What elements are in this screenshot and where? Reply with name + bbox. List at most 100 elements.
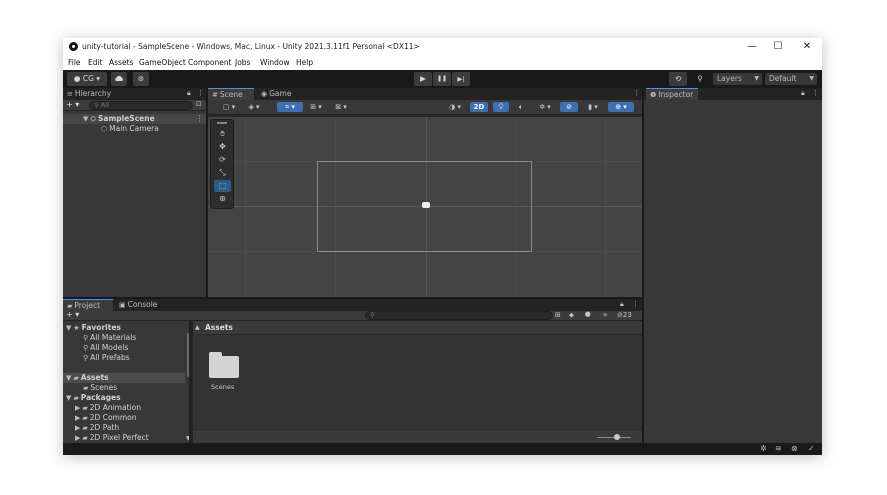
more-options-icon[interactable]: ⋮ — [632, 300, 639, 308]
camera-gizmo-icon[interactable] — [422, 202, 430, 208]
project-folder-tree: ▼ ★ Favorites ⚲ All Materials ⚲ All Models ⚲… — [63, 321, 191, 445]
menu-file[interactable]: File — [68, 58, 81, 67]
cloud-button[interactable] — [111, 72, 127, 86]
lock-icon[interactable]: 🔒︎ — [620, 300, 624, 309]
gizmos-dropdown[interactable]: ⊕ ▾ — [608, 102, 634, 112]
grid-snap-toggle[interactable]: ⌗ ▾ — [277, 102, 303, 112]
more-options-icon[interactable]: ⋮ — [197, 89, 204, 97]
debug-mode-icon[interactable]: ⊗ — [791, 444, 798, 453]
layout-dropdown[interactable]: Default ▼ — [765, 73, 817, 85]
package-row[interactable]: ▶ ▰ 2D Path — [75, 423, 119, 433]
scene-viewport[interactable]: ✋︎ ✥ ⟳ ⤡ ⬚ ⊛ — [208, 117, 642, 297]
effects-dropdown[interactable]: ✲ ▾ — [534, 102, 556, 112]
search-by-type-icon[interactable]: ⊞ — [555, 311, 561, 319]
transform-tool-icon[interactable]: ⊛ — [214, 193, 231, 205]
collapse-arrow-icon: ▶ — [75, 404, 81, 412]
packages-row[interactable]: ▼ ▰ Packages — [63, 393, 121, 403]
package-row[interactable]: ▶ ▰ 2D Animation — [75, 403, 141, 413]
audio-toggle[interactable]: 🔈︎ — [513, 102, 529, 112]
account-icon: ● — [73, 74, 81, 83]
bug-icon[interactable]: ✲ — [760, 444, 767, 453]
asset-item-scenes[interactable]: Scenes — [193, 335, 253, 395]
camera-dropdown[interactable]: ▮ ▾ — [582, 102, 604, 112]
drag-handle-icon[interactable] — [217, 122, 227, 124]
layers-dropdown[interactable]: Layers ▼ — [713, 73, 762, 85]
scale-tool-icon[interactable]: ⤡ — [214, 167, 231, 179]
tab-hierarchy-label: Hierarchy — [74, 89, 112, 98]
search-icon: ⚲ — [83, 344, 89, 352]
stack-icon[interactable]: ≋ — [775, 444, 782, 453]
tab-hierarchy[interactable]: ≡ Hierarchy — [63, 88, 123, 100]
menu-gameobject[interactable]: GameObject — [139, 58, 186, 67]
scene-visibility-icon[interactable]: ⊡ — [196, 100, 202, 108]
minimize-button[interactable]: — — [743, 40, 761, 54]
package-row[interactable]: ▶ ▰ 2D Common — [75, 413, 137, 423]
hand-tool-icon[interactable]: ✋︎ — [214, 128, 231, 140]
lock-icon[interactable]: 🔒︎ — [187, 89, 191, 98]
menu-component[interactable]: Component — [188, 58, 232, 67]
favorites-item-label: All Models — [90, 343, 129, 352]
grid-visibility-toggle[interactable]: ⊠ ▾ — [330, 102, 352, 112]
favorites-item[interactable]: ⚲ All Materials — [83, 333, 136, 343]
lighting-toggle[interactable]: 💡︎ — [493, 102, 509, 112]
maximize-button[interactable]: ☐ — [769, 40, 787, 54]
search-button[interactable]: ⚲ — [691, 72, 709, 86]
rotate-tool-icon[interactable]: ⟳ — [214, 154, 231, 166]
breadcrumb-assets[interactable]: Assets — [205, 323, 233, 332]
step-button[interactable]: ▶| — [452, 72, 470, 86]
folder-icon: ▰ — [82, 434, 88, 442]
more-options-icon[interactable]: ⋮ — [633, 89, 640, 97]
play-button[interactable]: ▶ — [414, 72, 432, 86]
status-bar: ✲ ≋ ⊗ ✓ — [63, 443, 822, 455]
collab-button[interactable]: ⊛ — [133, 72, 149, 86]
2d-mode-toggle[interactable]: 2D — [470, 102, 488, 112]
unity-editor-window: unity-tutorial - SampleScene - Windows, … — [63, 38, 822, 455]
check-icon[interactable]: ✓ — [808, 444, 815, 453]
close-button[interactable]: ✕ — [798, 40, 816, 54]
gameobject-cube-icon: ⬡ — [101, 125, 108, 133]
hierarchy-scene-row[interactable]: ▼ ⛭ SampleScene ⋮ — [63, 114, 206, 124]
increment-snap-toggle[interactable]: ⊞ ▾ — [305, 102, 327, 112]
menu-help[interactable]: Help — [296, 58, 313, 67]
tab-console-label: Console — [127, 300, 158, 309]
package-row[interactable]: ▶ ▰ 2D Pixel Perfect — [75, 433, 149, 443]
pause-button[interactable]: ❚❚ — [433, 72, 451, 86]
menu-jobs[interactable]: Jobs — [235, 58, 250, 67]
hidden-objects-toggle[interactable]: ⊘ — [560, 102, 578, 112]
menu-edit[interactable]: Edit — [88, 58, 103, 67]
search-by-label-icon[interactable]: ⬥ — [569, 311, 574, 320]
project-search-input[interactable]: ⚲ — [365, 311, 553, 320]
tag-icon[interactable]: ⯃ — [585, 311, 591, 320]
folder-row[interactable]: ▰ Scenes — [83, 383, 117, 393]
favorites-item[interactable]: ⚲ All Prefabs — [83, 353, 130, 363]
menu-assets[interactable]: Assets — [109, 58, 133, 67]
favorites-item-label: All Prefabs — [90, 353, 130, 362]
hierarchy-panel: + ▾ ⚲ All ⊡ ▼ ⛭ SampleScene ⋮ ⬡ Main Camera — [63, 100, 206, 297]
hierarchy-add-button[interactable]: + ▾ — [66, 100, 79, 109]
console-icon: ▣ — [119, 301, 126, 309]
more-options-icon[interactable]: ⋮ — [812, 89, 819, 97]
hierarchy-row-main-camera[interactable]: ⬡ Main Camera — [63, 124, 206, 134]
tab-console[interactable]: ▣ Console — [115, 299, 165, 311]
account-button[interactable]: ● CG ▾ — [67, 72, 107, 86]
favorites-row[interactable]: ▼ ★ Favorites — [63, 323, 121, 333]
rect-tool-icon[interactable]: ⬚ — [214, 180, 231, 192]
undo-history-button[interactable]: ⟲ — [669, 72, 687, 86]
favorite-star-icon[interactable]: ★ — [602, 311, 608, 319]
project-add-button[interactable]: + ▾ — [66, 310, 79, 319]
hierarchy-search-input[interactable]: ⚲ All — [89, 101, 193, 110]
hidden-packages-toggle[interactable]: ⊘23 — [617, 311, 632, 319]
shading-mode-dropdown[interactable]: ◑ ▾ — [444, 102, 466, 112]
tab-scene[interactable]: # Scene — [208, 88, 254, 100]
lock-icon[interactable]: 🔒︎ — [801, 89, 805, 98]
tab-inspector[interactable]: ❶ Inspector — [646, 88, 698, 100]
favorites-item[interactable]: ⚲ All Models — [83, 343, 128, 353]
tab-game[interactable]: ◉ Game — [257, 88, 297, 100]
assets-row[interactable]: ▼ ▰ Assets — [63, 373, 185, 383]
zoom-slider-thumb[interactable] — [614, 434, 620, 440]
scene-options-icon[interactable]: ⋮ — [196, 114, 204, 124]
move-tool-icon[interactable]: ✥ — [214, 141, 231, 153]
menu-window[interactable]: Window — [260, 58, 290, 67]
draw-mode-dropdown[interactable]: ▢ ▾ — [218, 102, 240, 112]
render-mode-dropdown[interactable]: ◈ ▾ — [243, 102, 265, 112]
